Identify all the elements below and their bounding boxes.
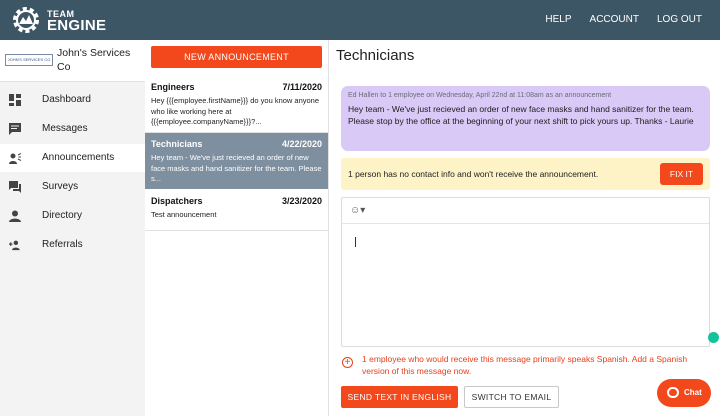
message-input[interactable] bbox=[343, 225, 709, 346]
sidebar-item-label: Referrals bbox=[42, 239, 83, 250]
org-name: John's Services Co bbox=[57, 47, 131, 73]
send-text-button[interactable]: SEND TEXT IN ENGLISH bbox=[341, 386, 458, 408]
announcement-preview: Hey {{{employee.firstName}}} do you know… bbox=[151, 96, 320, 126]
fix-it-button[interactable]: FIX IT bbox=[660, 163, 703, 185]
person-icon bbox=[9, 210, 21, 222]
page-title: Technicians bbox=[336, 47, 415, 64]
message-body: Hey team - We've just recieved an order … bbox=[348, 104, 694, 126]
announcement-date: 4/22/2020 bbox=[281, 139, 322, 149]
sidebar-item-label: Announcements bbox=[42, 152, 115, 163]
sidebar-item-announcements[interactable]: Announcements bbox=[0, 144, 145, 172]
divider bbox=[145, 230, 328, 231]
list-item[interactable]: Engineers 7/11/2020 Hey {{{employee.firs… bbox=[145, 76, 328, 128]
logout-link[interactable]: LOG OUT bbox=[657, 14, 702, 25]
account-link[interactable]: ACCOUNT bbox=[590, 14, 639, 25]
switch-to-email-button[interactable]: SWITCH TO EMAIL bbox=[464, 386, 559, 408]
sidebar-item-surveys[interactable]: Surveys bbox=[0, 173, 145, 201]
announcement-name: Dispatchers bbox=[151, 196, 203, 206]
chat-button[interactable]: Chat bbox=[657, 379, 711, 407]
sidebar-item-label: Messages bbox=[42, 123, 88, 134]
org-logo: JOHN'S SERVICES CO bbox=[5, 54, 53, 66]
announcement-name: Technicians bbox=[151, 139, 203, 149]
org-header[interactable]: JOHN'S SERVICES CO John's Services Co bbox=[0, 40, 145, 82]
composer-toolbar: ☺▾ bbox=[342, 198, 709, 224]
announcement-date: 3/23/2020 bbox=[281, 196, 322, 206]
warning-text: 1 person has no contact info and won't r… bbox=[348, 169, 599, 179]
message-icon bbox=[9, 123, 21, 135]
message-composer: ☺▾ bbox=[341, 197, 719, 347]
sidebar-item-dashboard[interactable]: Dashboard bbox=[0, 86, 145, 114]
sidebar: JOHN'S SERVICES CO John's Services Co Da… bbox=[0, 40, 145, 416]
list-item[interactable]: Dispatchers 3/23/2020 Test announcement bbox=[145, 190, 328, 224]
announcement-list: NEW ANNOUNCEMENT Engineers 7/11/2020 Hey… bbox=[145, 40, 329, 416]
emoji-picker-icon[interactable]: ☺▾ bbox=[350, 205, 365, 216]
team-engine-logo[interactable]: TEAM ENGINE bbox=[10, 4, 130, 36]
gear-logo-icon bbox=[13, 7, 39, 33]
sidebar-item-referrals[interactable]: Referrals bbox=[0, 231, 145, 259]
megaphone-icon bbox=[9, 153, 21, 164]
announcement-preview: Hey team - We've just recieved an order … bbox=[151, 153, 322, 183]
sidebar-item-directory[interactable]: Directory bbox=[0, 202, 145, 230]
text-caret bbox=[355, 237, 356, 247]
add-person-icon bbox=[9, 240, 20, 251]
chat-label: Chat bbox=[684, 388, 702, 397]
brand-line2: ENGINE bbox=[47, 17, 107, 34]
announcement-date: 7/11/2020 bbox=[282, 82, 322, 92]
grammarly-icon[interactable] bbox=[708, 332, 719, 343]
sidebar-item-label: Directory bbox=[42, 210, 83, 221]
message-meta: Ed Hallen to 1 employee on Wednesday, Ap… bbox=[348, 92, 612, 99]
message-bubble: Ed Hallen to 1 employee on Wednesday, Ap… bbox=[341, 86, 710, 151]
spanish-notice-text: 1 employee who would receive this messag… bbox=[362, 354, 688, 376]
announcement-name: Engineers bbox=[151, 82, 195, 92]
chat-bubble-icon bbox=[667, 387, 679, 398]
announcement-detail: Technicians Ed Hallen to 1 employee on W… bbox=[330, 40, 720, 416]
new-announcement-button[interactable]: NEW ANNOUNCEMENT bbox=[151, 46, 322, 68]
list-item[interactable]: Technicians 4/22/2020 Hey team - We've j… bbox=[145, 133, 328, 189]
sidebar-item-messages[interactable]: Messages bbox=[0, 115, 145, 143]
dashboard-icon bbox=[9, 94, 21, 106]
help-link[interactable]: HELP bbox=[545, 14, 571, 25]
survey-icon bbox=[9, 181, 21, 193]
announcement-preview: Test announcement bbox=[151, 210, 217, 219]
top-nav: HELP ACCOUNT LOG OUT bbox=[545, 14, 702, 25]
top-bar: TEAM ENGINE HELP ACCOUNT LOG OUT bbox=[0, 0, 720, 40]
warning-banner: 1 person has no contact info and won't r… bbox=[341, 158, 710, 190]
sidebar-item-label: Dashboard bbox=[42, 94, 91, 105]
sidebar-item-label: Surveys bbox=[42, 181, 79, 192]
add-circle-icon[interactable]: + bbox=[342, 357, 353, 368]
